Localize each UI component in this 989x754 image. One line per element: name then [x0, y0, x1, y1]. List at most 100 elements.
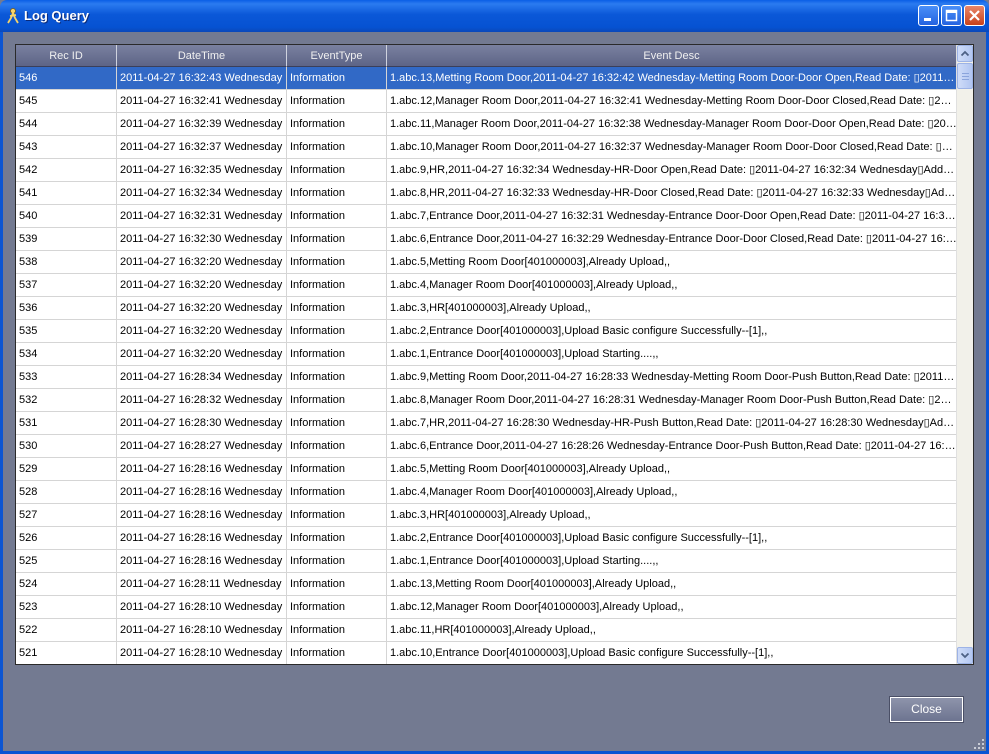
- table-row[interactable]: 541 2011-04-27 16:32:34 Wednesday Informat…: [16, 182, 957, 205]
- maximize-button[interactable]: [941, 5, 962, 26]
- event-desc-cell: 1.abc.8,Manager Room Door,2011-04-27 16:…: [390, 394, 957, 406]
- datetime-cell: 2011-04-27 16:32:31 Wednesday: [117, 205, 287, 227]
- table-row[interactable]: 524 2011-04-27 16:28:11 Wednesday Informat…: [16, 573, 957, 596]
- event-desc-cell: 1.abc.1,Entrance Door[401000003],Upload …: [390, 348, 659, 360]
- datetime-cell: 2011-04-27 16:28:10 Wednesday: [117, 619, 287, 641]
- datetime-cell: 2011-04-27 16:32:20 Wednesday: [117, 320, 287, 342]
- close-button[interactable]: Close: [889, 696, 964, 723]
- table-row[interactable]: 532 2011-04-27 16:28:32 Wednesday Informat…: [16, 389, 957, 412]
- rec-id-cell: 534: [16, 343, 117, 365]
- table-row[interactable]: 536 2011-04-27 16:32:20 Wednesday Informat…: [16, 297, 957, 320]
- table-row[interactable]: 531 2011-04-27 16:28:30 Wednesday Informat…: [16, 412, 957, 435]
- event-desc-cell: 1.abc.7,HR,2011-04-27 16:28:30 Wednesday…: [390, 417, 957, 429]
- rec-id-cell: 543: [16, 136, 117, 158]
- table-row[interactable]: 533 2011-04-27 16:28:34 Wednesday Informat…: [16, 366, 957, 389]
- eventtype-cell: Information: [287, 159, 387, 181]
- datetime-cell: 2011-04-27 16:28:10 Wednesday: [117, 596, 287, 618]
- scroll-thumb[interactable]: [957, 63, 973, 89]
- event-desc-cell: 1.abc.5,Metting Room Door[401000003],Alr…: [390, 463, 671, 475]
- close-window-button[interactable]: [964, 5, 985, 26]
- datetime-cell: 2011-04-27 16:28:16 Wednesday: [117, 481, 287, 503]
- table-row[interactable]: 528 2011-04-27 16:28:16 Wednesday Informat…: [16, 481, 957, 504]
- column-header-event-desc[interactable]: Event Desc: [387, 45, 957, 67]
- eventtype-cell: Information: [287, 251, 387, 273]
- scroll-up-button[interactable]: [957, 45, 973, 62]
- table-row[interactable]: 539 2011-04-27 16:32:30 Wednesday Informat…: [16, 228, 957, 251]
- table-row[interactable]: 522 2011-04-27 16:28:10 Wednesday Informat…: [16, 619, 957, 642]
- rec-id-cell: 538: [16, 251, 117, 273]
- rec-id-cell: 525: [16, 550, 117, 572]
- rec-id-cell: 537: [16, 274, 117, 296]
- rec-id-cell: 536: [16, 297, 117, 319]
- window-border-left: [0, 32, 3, 754]
- rec-id-cell: 530: [16, 435, 117, 457]
- vertical-scrollbar[interactable]: [956, 45, 973, 664]
- eventtype-cell: Information: [287, 320, 387, 342]
- datetime-cell: 2011-04-27 16:32:43 Wednesday: [117, 67, 287, 89]
- eventtype-cell: Information: [287, 343, 387, 365]
- event-desc-cell: 1.abc.12,Manager Room Door,2011-04-27 16…: [390, 95, 957, 107]
- table-row[interactable]: 545 2011-04-27 16:32:41 Wednesday Informat…: [16, 90, 957, 113]
- table-row[interactable]: 546 2011-04-27 16:32:43 Wednesday Informat…: [16, 67, 957, 90]
- list-rows: 546 2011-04-27 16:32:43 Wednesday Informat…: [16, 67, 957, 664]
- event-desc-cell: 1.abc.8,HR,2011-04-27 16:32:33 Wednesday…: [390, 187, 957, 199]
- table-row[interactable]: 535 2011-04-27 16:32:20 Wednesday Informat…: [16, 320, 957, 343]
- rec-id-cell: 545: [16, 90, 117, 112]
- event-desc-cell: 1.abc.3,HR[401000003],Already Upload,,: [390, 302, 591, 314]
- title-bar[interactable]: Log Query: [0, 0, 989, 32]
- table-row[interactable]: 543 2011-04-27 16:32:37 Wednesday Informat…: [16, 136, 957, 159]
- datetime-cell: 2011-04-27 16:28:16 Wednesday: [117, 527, 287, 549]
- table-row[interactable]: 526 2011-04-27 16:28:16 Wednesday Informat…: [16, 527, 957, 550]
- table-row[interactable]: 540 2011-04-27 16:32:31 Wednesday Informat…: [16, 205, 957, 228]
- table-row[interactable]: 538 2011-04-27 16:32:20 Wednesday Informat…: [16, 251, 957, 274]
- scroll-down-button[interactable]: [957, 647, 973, 664]
- eventtype-cell: Information: [287, 136, 387, 158]
- table-row[interactable]: 537 2011-04-27 16:32:20 Wednesday Informat…: [16, 274, 957, 297]
- column-header-rec-id[interactable]: Rec ID: [16, 45, 117, 67]
- table-row[interactable]: 544 2011-04-27 16:32:39 Wednesday Informat…: [16, 113, 957, 136]
- datetime-cell: 2011-04-27 16:28:10 Wednesday: [117, 642, 287, 664]
- table-row[interactable]: 521 2011-04-27 16:28:10 Wednesday Informat…: [16, 642, 957, 664]
- datetime-cell: 2011-04-27 16:32:20 Wednesday: [117, 297, 287, 319]
- table-row[interactable]: 529 2011-04-27 16:28:16 Wednesday Informat…: [16, 458, 957, 481]
- minimize-icon: [924, 18, 931, 21]
- table-row[interactable]: 542 2011-04-27 16:32:35 Wednesday Informat…: [16, 159, 957, 182]
- column-header-datetime[interactable]: DateTime: [117, 45, 287, 67]
- rec-id-cell: 529: [16, 458, 117, 480]
- event-desc-cell: 1.abc.5,Metting Room Door[401000003],Alr…: [390, 256, 671, 268]
- datetime-cell: 2011-04-27 16:32:37 Wednesday: [117, 136, 287, 158]
- event-desc-cell: 1.abc.6,Entrance Door,2011-04-27 16:32:2…: [390, 233, 957, 245]
- table-row[interactable]: 525 2011-04-27 16:28:16 Wednesday Informat…: [16, 550, 957, 573]
- rec-id-cell: 544: [16, 113, 117, 135]
- rec-id-cell: 540: [16, 205, 117, 227]
- eventtype-cell: Information: [287, 228, 387, 250]
- eventtype-cell: Information: [287, 67, 387, 89]
- list-header: Rec ID DateTime EventType Event Desc: [16, 45, 957, 67]
- resize-grip-icon[interactable]: [973, 738, 985, 750]
- table-row[interactable]: 523 2011-04-27 16:28:10 Wednesday Informat…: [16, 596, 957, 619]
- eventtype-cell: Information: [287, 642, 387, 664]
- event-desc-cell: 1.abc.10,Entrance Door[401000003],Upload…: [390, 647, 774, 659]
- minimize-button[interactable]: [918, 5, 939, 26]
- column-header-eventtype[interactable]: EventType: [287, 45, 387, 67]
- log-list-view[interactable]: Rec ID DateTime EventType Event Desc 546…: [15, 44, 974, 665]
- event-desc-cell: 1.abc.6,Entrance Door,2011-04-27 16:28:2…: [390, 440, 957, 452]
- rec-id-cell: 524: [16, 573, 117, 595]
- eventtype-cell: Information: [287, 596, 387, 618]
- event-desc-cell: 1.abc.7,Entrance Door,2011-04-27 16:32:3…: [390, 210, 957, 222]
- eventtype-cell: Information: [287, 205, 387, 227]
- event-desc-cell: 1.abc.10,Manager Room Door,2011-04-27 16…: [390, 141, 957, 153]
- datetime-cell: 2011-04-27 16:28:32 Wednesday: [117, 389, 287, 411]
- eventtype-cell: Information: [287, 297, 387, 319]
- eventtype-cell: Information: [287, 619, 387, 641]
- table-row[interactable]: 527 2011-04-27 16:28:16 Wednesday Informat…: [16, 504, 957, 527]
- table-row[interactable]: 530 2011-04-27 16:28:27 Wednesday Informat…: [16, 435, 957, 458]
- table-row[interactable]: 534 2011-04-27 16:32:20 Wednesday Informat…: [16, 343, 957, 366]
- datetime-cell: 2011-04-27 16:32:20 Wednesday: [117, 343, 287, 365]
- event-desc-cell: 1.abc.4,Manager Room Door[401000003],Alr…: [390, 486, 678, 498]
- eventtype-cell: Information: [287, 573, 387, 595]
- datetime-cell: 2011-04-27 16:28:16 Wednesday: [117, 458, 287, 480]
- eventtype-cell: Information: [287, 274, 387, 296]
- rec-id-cell: 535: [16, 320, 117, 342]
- datetime-cell: 2011-04-27 16:32:30 Wednesday: [117, 228, 287, 250]
